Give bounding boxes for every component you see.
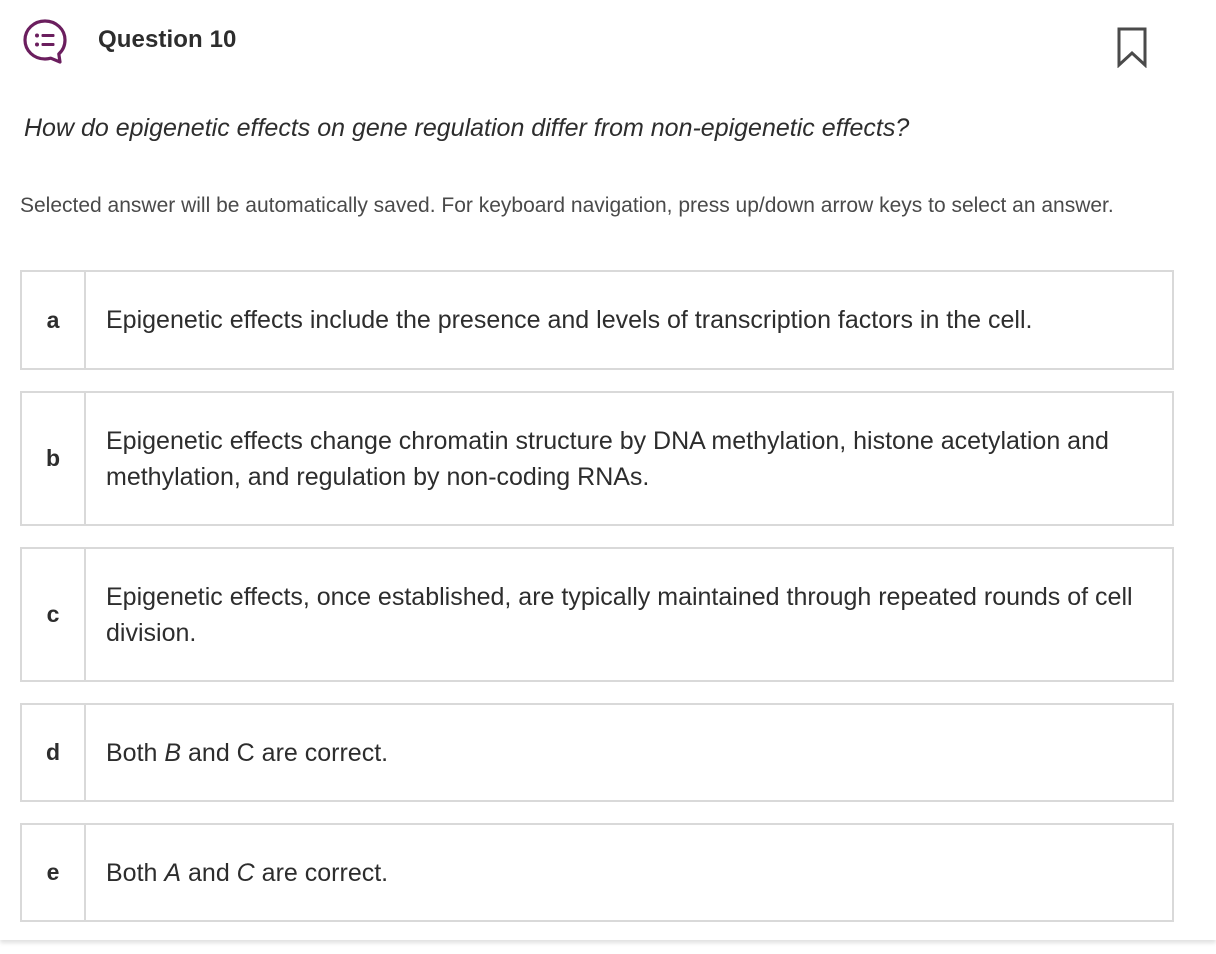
- option-letter: a: [22, 272, 86, 368]
- option-text-emphasis-c: C: [236, 858, 255, 887]
- option-text-pre: Both: [106, 738, 165, 767]
- question-card: Question 10 How do epigenetic effects on…: [0, 0, 1216, 940]
- option-letter: e: [22, 825, 86, 920]
- option-text: Epigenetic effects, once established, ar…: [106, 549, 1148, 680]
- question-title: Question 10: [98, 26, 237, 53]
- option-text-mid: and: [181, 858, 237, 887]
- option-text-content: Epigenetic effects, once established, ar…: [106, 582, 1133, 647]
- option-text-content: Epigenetic effects include the presence …: [106, 306, 1033, 334]
- answer-option-a[interactable]: a Epigenetic effects include the presenc…: [20, 270, 1174, 370]
- question-prompt: How do epigenetic effects on gene regula…: [24, 114, 910, 142]
- answer-option-c[interactable]: c Epigenetic effects, once established, …: [20, 547, 1174, 682]
- option-text-post: and C are correct.: [181, 738, 389, 767]
- answer-option-b[interactable]: b Epigenetic effects change chromatin st…: [20, 391, 1174, 526]
- option-text: Epigenetic effects include the presence …: [106, 272, 1148, 368]
- bookmark-icon[interactable]: [1116, 26, 1148, 68]
- answer-instructions: Selected answer will be automatically sa…: [20, 194, 1114, 217]
- answer-option-d[interactable]: d Both B and C are correct.: [20, 703, 1174, 802]
- option-text: Epigenetic effects change chromatin stru…: [106, 393, 1148, 524]
- option-text: Both A and C are correct.: [106, 825, 1148, 920]
- option-text-emphasis: B: [164, 738, 182, 767]
- question-header: Question 10: [0, 0, 1216, 90]
- option-letter: c: [22, 549, 86, 680]
- option-text: Both B and C are correct.: [106, 705, 1148, 800]
- chat-list-icon: [23, 19, 67, 64]
- option-text-pre: Both: [106, 858, 165, 887]
- answer-option-e[interactable]: e Both A and C are correct.: [20, 823, 1174, 922]
- option-text-content: Epigenetic effects change chromatin stru…: [106, 426, 1109, 491]
- option-text-post: are correct.: [254, 858, 389, 887]
- option-text-emphasis-a: A: [164, 858, 182, 887]
- option-letter: b: [22, 393, 86, 524]
- option-letter: d: [22, 705, 86, 800]
